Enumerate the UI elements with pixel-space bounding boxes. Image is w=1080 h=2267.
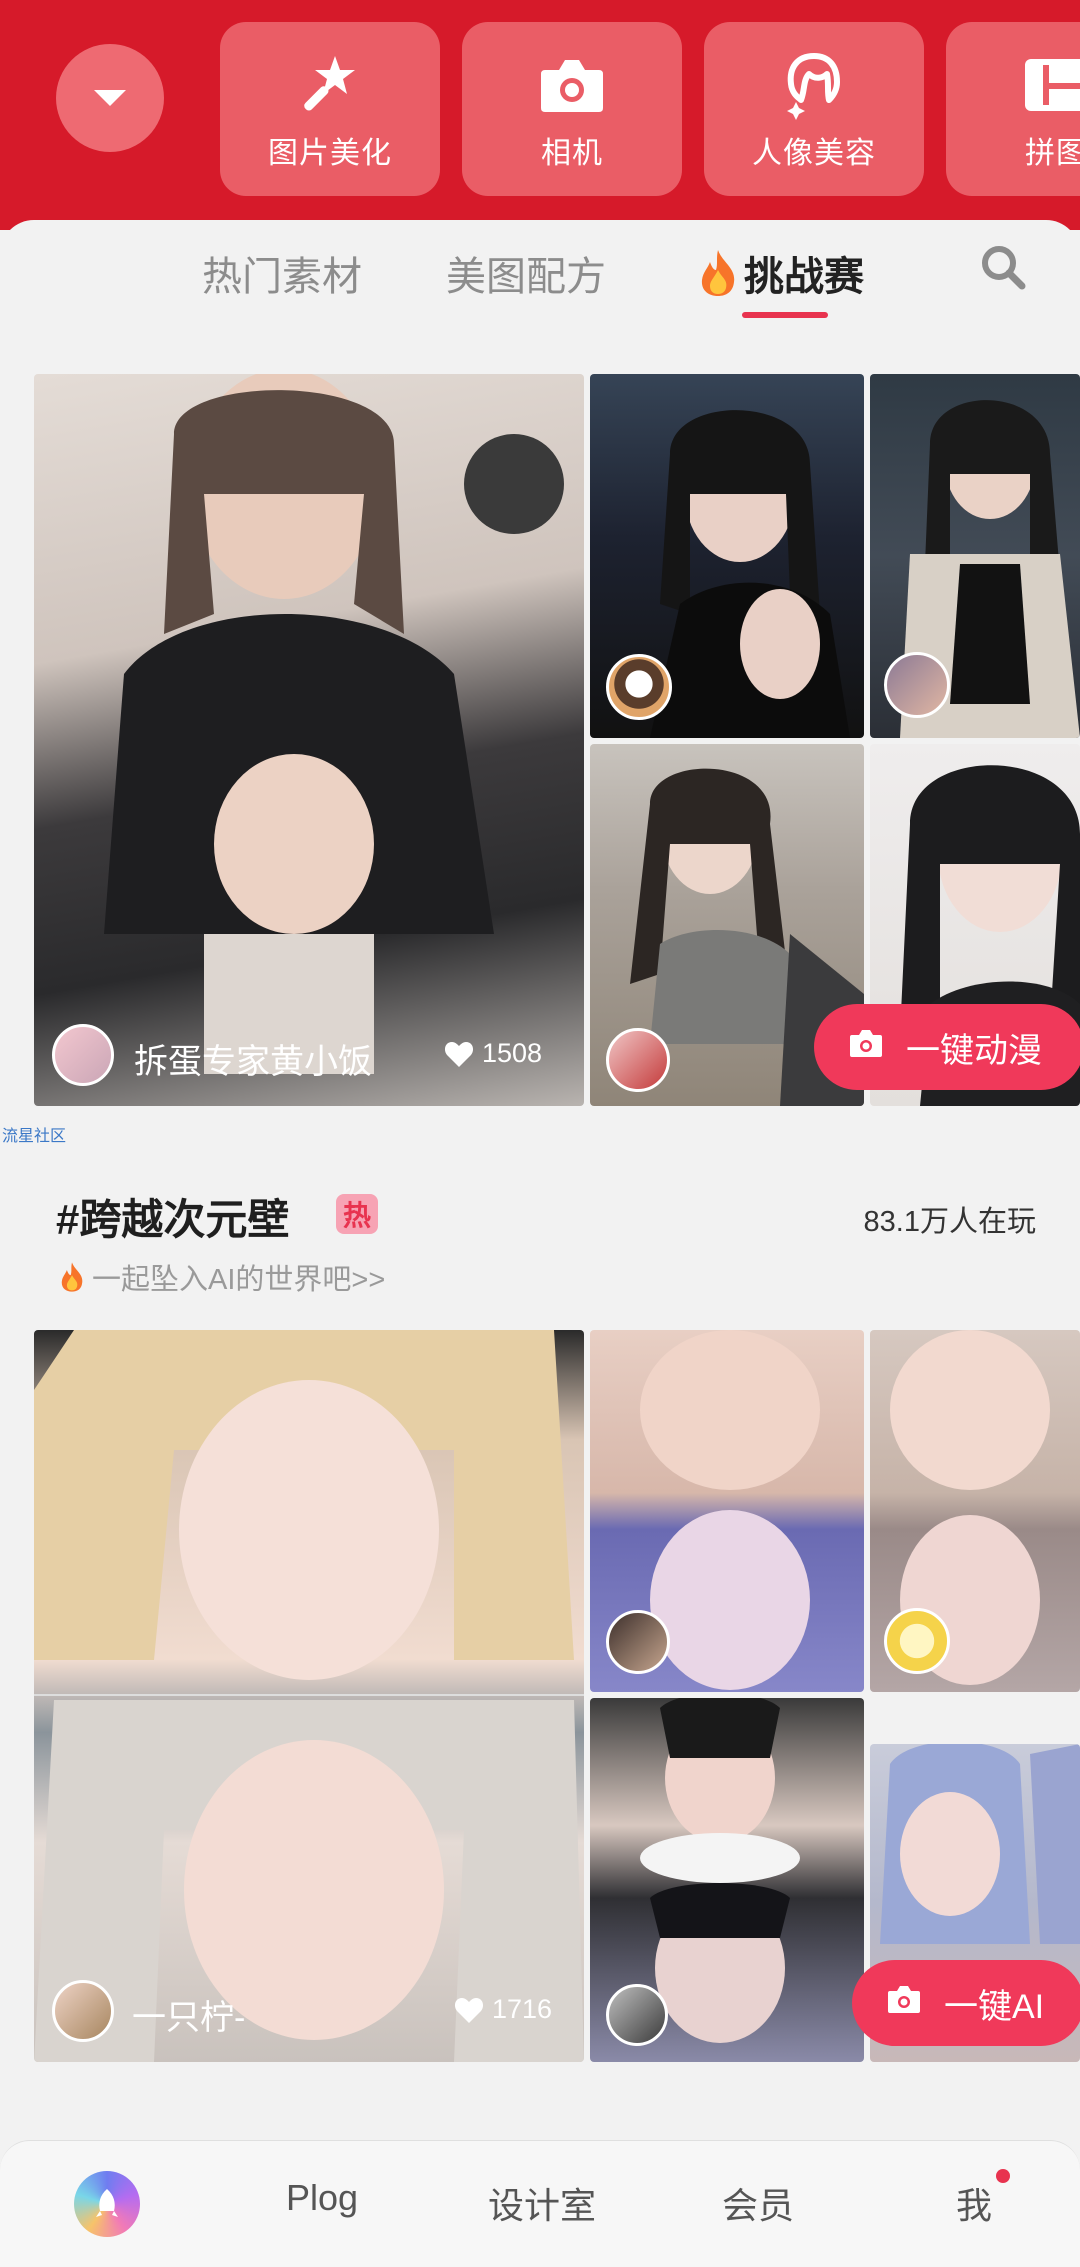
featured-photo[interactable]: 拆蛋专家黄小饭 1508	[34, 374, 584, 1106]
one-click-ai-button[interactable]: 一键AI	[852, 1960, 1080, 2046]
tool-label: 相机	[541, 137, 603, 170]
avatar[interactable]	[606, 1610, 670, 1674]
thumb-photo[interactable]	[590, 374, 864, 738]
tool-photo-beautify[interactable]: 图片美化	[220, 22, 440, 196]
tool-portrait-beauty[interactable]: 人像美容	[704, 22, 924, 196]
tool-camera[interactable]: 相机	[462, 22, 682, 196]
heart-icon	[454, 1997, 484, 2023]
likes-count: 1716	[454, 1994, 552, 2025]
search-icon[interactable]	[978, 242, 1028, 297]
community-label[interactable]: 流星社区	[2, 1122, 66, 1146]
magic-wand-icon	[295, 50, 365, 120]
subtitle-text: 一起坠入AI的世界吧>>	[92, 1264, 386, 1296]
hot-badge: 热	[336, 1194, 378, 1234]
bottom-navigation: Plog 设计室 会员 我	[0, 2140, 1080, 2267]
collage-icon	[1021, 50, 1080, 120]
featured-photo[interactable]: 一只柠- 1716	[34, 1330, 584, 2062]
tab-bar: 热门素材 美图配方 挑战赛	[0, 220, 1080, 340]
thumb-photo[interactable]	[870, 374, 1080, 738]
tab-challenge[interactable]: 挑战赛	[696, 244, 864, 302]
avatar[interactable]	[52, 1024, 114, 1086]
tab-label: 挑战赛	[744, 255, 864, 299]
active-tab-indicator	[742, 312, 828, 318]
expand-tools-button[interactable]	[56, 44, 164, 152]
players-count: 83.1万人在玩	[863, 1206, 1036, 1238]
likes-value: 1716	[492, 1994, 553, 2024]
notification-dot	[996, 2169, 1010, 2183]
likes-value: 1508	[482, 1038, 543, 1068]
rocket-icon	[96, 2189, 118, 2217]
heart-icon	[444, 1041, 474, 1067]
tool-label: 拼图	[1025, 137, 1080, 170]
camera-icon	[886, 1983, 922, 2024]
challenge-subtitle[interactable]: 一起坠入AI的世界吧>>	[58, 1256, 385, 1298]
tool-collage[interactable]: 拼图	[946, 22, 1080, 196]
thumb-photo[interactable]	[870, 1330, 1080, 1692]
tool-label: 图片美化	[268, 137, 392, 170]
thumb-photo[interactable]	[590, 1330, 864, 1692]
tool-label: 人像美容	[752, 137, 876, 170]
avatar[interactable]	[52, 1980, 114, 2042]
cta-label: 一键AI	[944, 1987, 1045, 2026]
tool-strip: 图片美化 相机 人像美容 拼图	[0, 0, 1080, 230]
avatar[interactable]	[606, 654, 672, 720]
nav-me[interactable]: 我	[956, 2177, 992, 2229]
cta-label: 一键动漫	[906, 1031, 1042, 1070]
avatar[interactable]	[606, 1028, 670, 1092]
owner-name[interactable]: 拆蛋专家黄小饭	[134, 1034, 372, 1083]
likes-count: 1508	[444, 1038, 542, 1069]
tab-hot-materials[interactable]: 热门素材	[202, 244, 362, 302]
chevron-down-icon	[94, 90, 126, 106]
avatar[interactable]	[606, 1984, 668, 2046]
nav-membership[interactable]: 会员	[722, 2177, 794, 2229]
avatar[interactable]	[884, 652, 950, 718]
camera-icon	[848, 1027, 884, 1068]
avatar[interactable]	[884, 1608, 950, 1674]
one-click-anime-button[interactable]: 一键动漫	[814, 1004, 1080, 1090]
nav-plog[interactable]: Plog	[286, 2177, 358, 2219]
owner-name[interactable]: 一只柠-	[132, 1990, 245, 2039]
tab-recipes[interactable]: 美图配方	[446, 244, 606, 302]
nav-home[interactable]	[74, 2171, 140, 2237]
fire-icon	[696, 248, 740, 298]
nav-design-studio[interactable]: 设计室	[488, 2177, 596, 2229]
challenge-title[interactable]: #跨越次元壁	[56, 1186, 289, 1247]
fire-icon	[58, 1261, 86, 1293]
camera-icon	[537, 50, 607, 120]
portrait-icon	[779, 50, 849, 120]
thumb-photo[interactable]	[590, 1698, 864, 2062]
